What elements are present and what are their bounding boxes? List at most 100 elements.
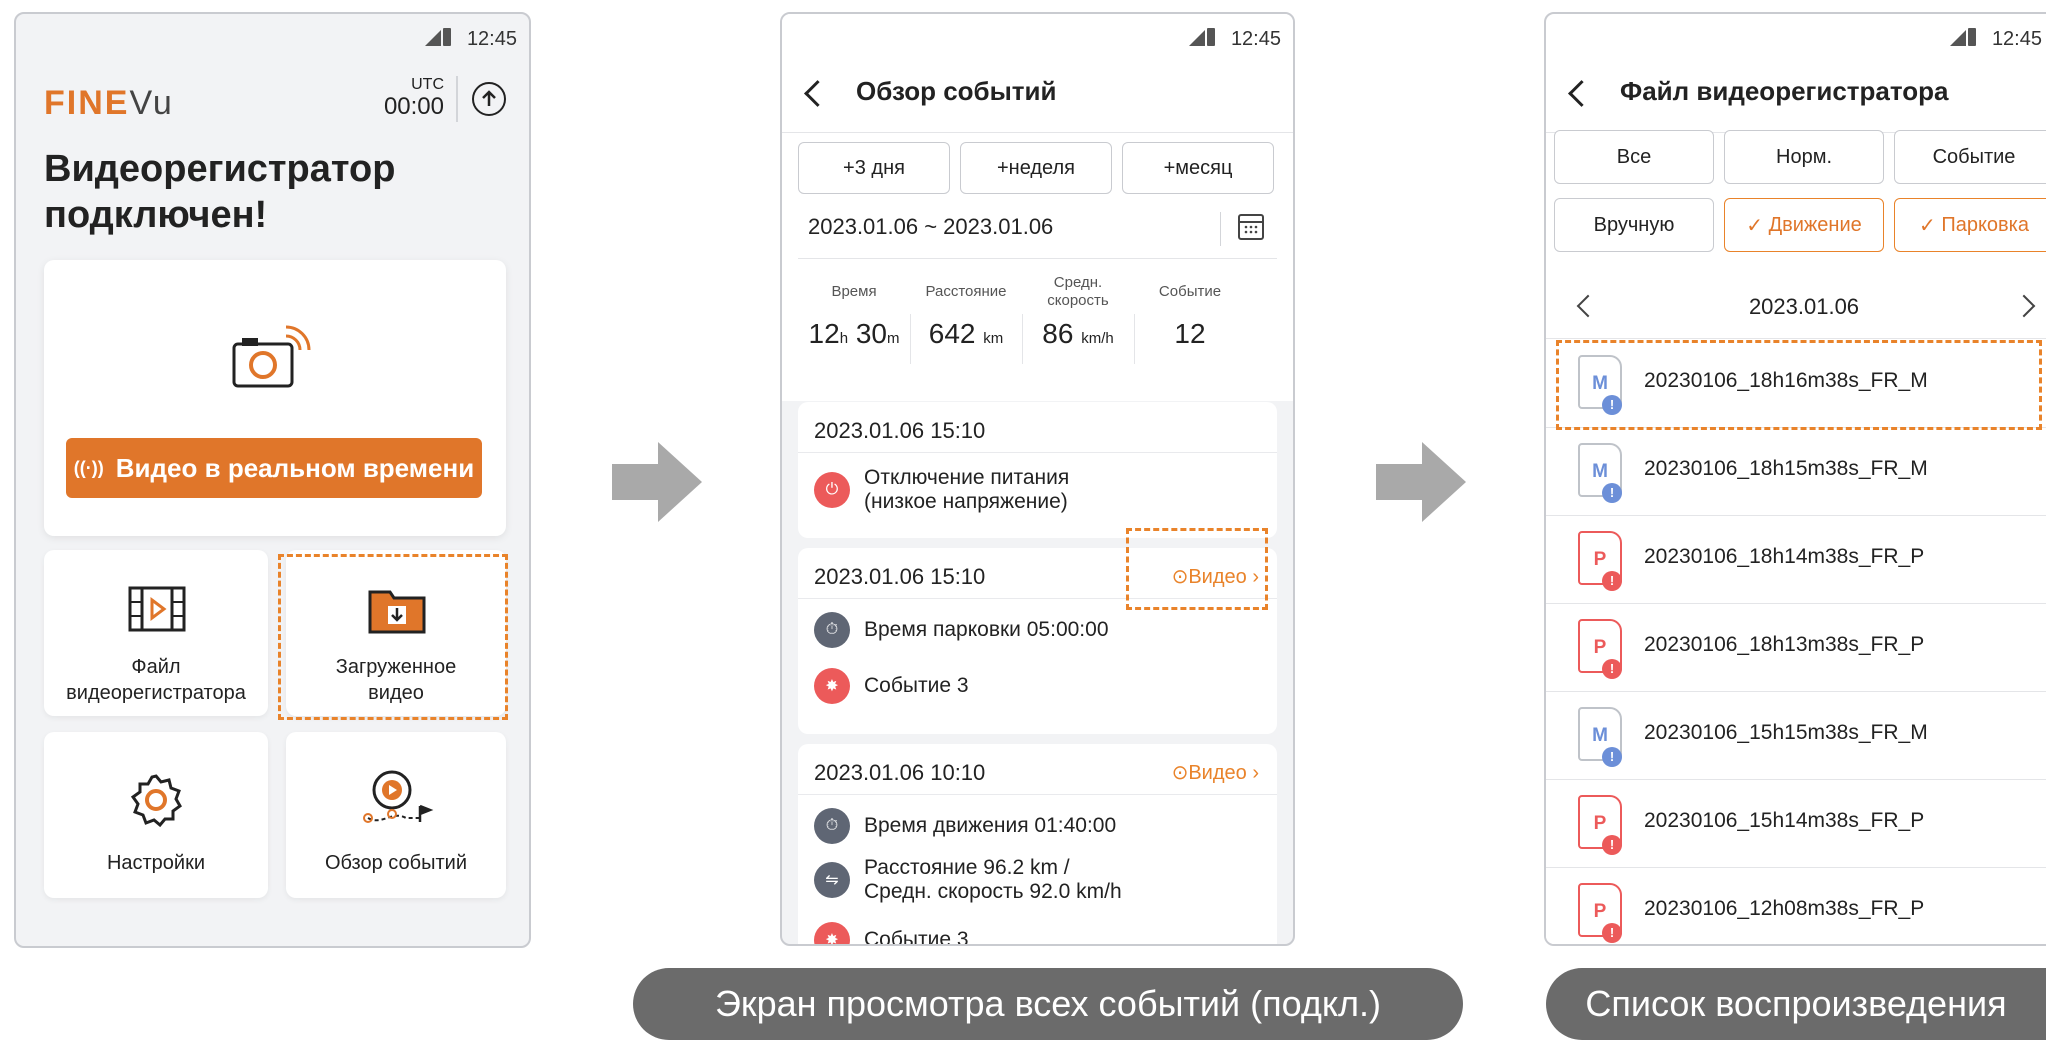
event-divider [798, 794, 1277, 795]
check-icon: ✓ [1919, 214, 1942, 237]
event-route-icon [363, 770, 434, 823]
stat-hours: 12 [808, 318, 840, 349]
stat-value: 12h 30m [798, 318, 910, 350]
dashcam-files-screen: 12:45 Файл видеорегистратора Все Норм. С… [1544, 12, 2046, 946]
event-text-line1: Расстояние 96.2 km / [864, 856, 1070, 879]
title-line1: Видеорегистратор [44, 148, 396, 190]
status-time: 12:45 [466, 28, 517, 50]
event-datetime: 2023.01.06 15:10 [814, 564, 986, 589]
status-bar: 12:45 [782, 14, 1293, 60]
tile-label-line1: Файл [131, 656, 181, 678]
stat-label: Время [831, 283, 877, 300]
event-row: ✸ Событие 3 [814, 922, 969, 944]
filter-month[interactable]: +месяц [1122, 142, 1274, 194]
stat-label: Средн. скорость [1022, 270, 1134, 314]
filter-event[interactable]: Событие [1894, 130, 2046, 184]
file-row[interactable]: P! 20230106_15h14m38s_FR_P [1546, 779, 2046, 868]
connected-title: Видеорегистратор подключен! [44, 146, 395, 238]
current-date: 2023.01.06 [1748, 294, 1860, 319]
check-icon: ✓ [1746, 214, 1769, 237]
stat-avg-speed: Средн. скорость 86 km/h [1022, 270, 1134, 350]
stat-unit: m [886, 330, 900, 347]
stat-unit: km/h [1081, 330, 1114, 347]
file-name: 20230106_15h14m38s_FR_P [1644, 809, 1925, 832]
live-video-label: Видео в реальном времени [115, 452, 475, 483]
event-text-line2: Средн. скорость 92.0 km/h [864, 880, 1122, 903]
live-video-button[interactable]: ((·)) Видео в реальном времени [66, 438, 482, 498]
file-type-letter: P [1593, 637, 1607, 658]
file-type-letter: P [1593, 549, 1607, 570]
file-icon: P! [1578, 531, 1622, 591]
finevu-logo: FINEVu [44, 84, 174, 123]
tile-dashcam-files[interactable]: Файл видеорегистратора [44, 550, 268, 716]
event-row: ⏱ Время движения 01:40:00 [814, 808, 1116, 844]
stat-number: 86 [1042, 318, 1074, 349]
power-off-icon: ⏻ [814, 472, 850, 508]
stat-unit: km [983, 330, 1004, 347]
file-name: 20230106_12h08m38s_FR_P [1644, 897, 1925, 920]
filter-3-days[interactable]: +3 дня [798, 142, 950, 194]
battery-icon [443, 28, 451, 46]
stat-minutes: 30 [855, 318, 887, 349]
file-type-letter: P [1593, 901, 1607, 922]
file-row[interactable]: M! 20230106_18h15m38s_FR_M [1546, 427, 2046, 516]
filter-all[interactable]: Все [1554, 130, 1714, 184]
video-link[interactable]: ⊙Видео › [1172, 760, 1259, 785]
caption-event-overview: Экран просмотра всех событий (подкл.) [633, 968, 1463, 1040]
filter-week[interactable]: +неделя [960, 142, 1112, 194]
file-row[interactable]: P! 20230106_18h13m38s_FR_P [1546, 603, 2046, 692]
status-bar: 12:45 [1546, 14, 2046, 60]
tile-settings[interactable]: Настройки [44, 732, 268, 898]
file-row[interactable]: M! 20230106_15h15m38s_FR_M [1546, 691, 2046, 780]
filter-parking-label: Парковка [1941, 213, 2029, 236]
tile-label: Обзор событий [324, 852, 467, 874]
stat-label: Расстояние [925, 283, 1007, 300]
file-type-letter: M [1592, 461, 1608, 482]
calendar-icon[interactable] [1238, 214, 1264, 240]
highlight-downloaded-video [278, 554, 508, 720]
camera-wifi-icon [232, 325, 311, 388]
video-link-label: Видео [1188, 762, 1247, 784]
event-text: Расстояние 96.2 km / Средн. скорость 92.0… [864, 856, 1122, 904]
tile-label-line2: видеорегистратора [66, 682, 246, 704]
filter-motion[interactable]: ✓ Движение [1724, 198, 1884, 252]
filter-normal[interactable]: Норм. [1724, 130, 1884, 184]
event-row: ⏱ Время парковки 05:00:00 [814, 612, 1109, 648]
stat-value: 86 km/h [1022, 318, 1134, 350]
status-time: 12:45 [1230, 28, 1281, 50]
file-icon: P! [1578, 619, 1622, 679]
film-icon [128, 586, 186, 632]
flow-arrow-icon [612, 442, 702, 522]
filter-parking[interactable]: ✓ Парковка [1894, 198, 2046, 252]
stat-events: Событие 12 [1134, 270, 1246, 350]
event-text: Время движения 01:40:00 [864, 814, 1117, 837]
status-time: 12:45 [1991, 28, 2042, 50]
battery-icon [1968, 28, 1976, 46]
tile-event-overview[interactable]: Обзор событий [286, 732, 506, 898]
utc-clock: UTC 00:00 [366, 74, 444, 120]
stat-time: Время 12h 30m [798, 270, 910, 350]
file-row[interactable]: P! 20230106_18h14m38s_FR_P [1546, 515, 2046, 604]
page-title: Файл видеорегистратора [1620, 76, 1949, 106]
signal-icon [1950, 30, 1966, 46]
alert-badge-icon: ! [1602, 659, 1622, 679]
header-divider [456, 76, 458, 122]
back-button[interactable] [1568, 80, 1595, 107]
filter-manual[interactable]: Вручную [1554, 198, 1714, 252]
stopwatch-icon: ⏱ [814, 612, 850, 648]
tile-label: Настройки [106, 852, 206, 874]
file-row[interactable]: P! 20230106_12h08m38s_FR_P [1546, 867, 2046, 944]
broadcast-icon: ((·)) [73, 457, 104, 478]
file-name: 20230106_18h15m38s_FR_M [1644, 457, 1928, 480]
event-card: 2023.01.06 10:10 ⊙Видео › ⏱ Время движен… [798, 744, 1277, 944]
date-range: 2023.01.06 ~ 2023.01.06 [808, 214, 1054, 239]
status-bar: 12:45 [16, 14, 529, 60]
event-text-line1: Отключение питания [864, 466, 1070, 489]
filter-motion-label: Движение [1768, 213, 1862, 236]
upload-button[interactable] [472, 82, 506, 116]
utc-time: 00:00 [383, 93, 444, 120]
event-divider [798, 452, 1277, 453]
route-icon: ⇋ [814, 862, 850, 898]
file-name: 20230106_18h13m38s_FR_P [1644, 633, 1925, 656]
stat-label: Событие [1158, 283, 1222, 300]
